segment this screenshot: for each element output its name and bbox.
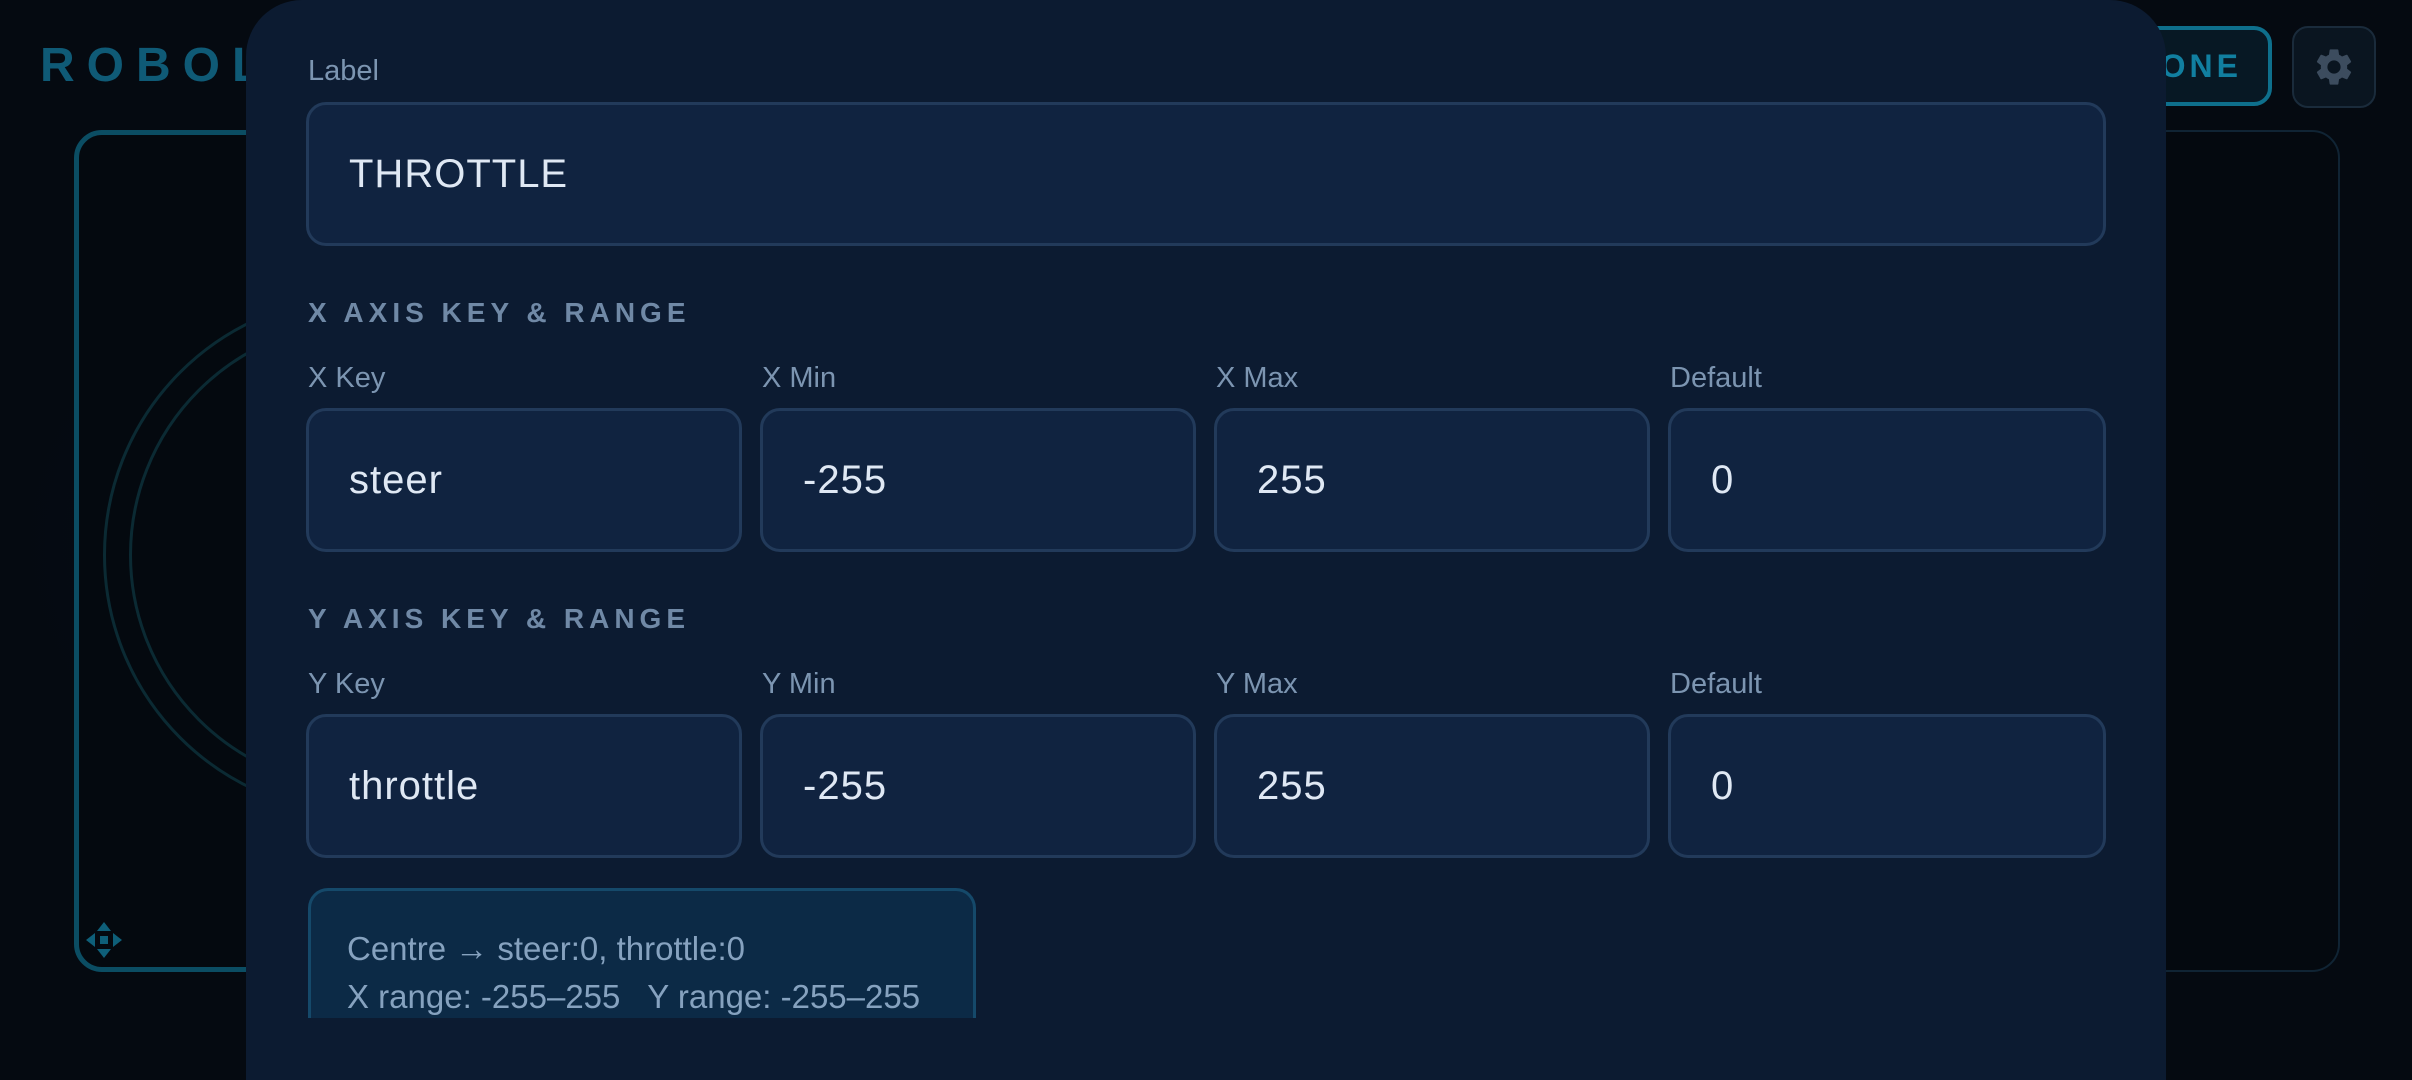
y-max-value: 255 [1257,763,1327,808]
y-default-title: Default [1670,668,1762,700]
x-min-title: X Min [762,362,837,394]
summary-centre-line: Centre → steer:0, throttle:0 [347,930,746,967]
x-key-title: X Key [308,362,386,394]
y-default-value: 0 [1711,763,1735,808]
settings-button[interactable] [2292,26,2376,108]
x-key-value: steer [349,457,443,502]
x-min-input[interactable]: -255 [760,408,1196,552]
label-input-value: THROTTLE [349,151,569,196]
mapping-summary-panel: Centre → steer:0, throttle:0 X range: -2… [308,888,976,1018]
summary-range-line: X range: -255–255 Y range: -255–255 [347,978,921,1015]
x-default-title: Default [1670,362,1762,394]
y-min-value: -255 [803,763,888,808]
y-key-input[interactable]: throttle [306,714,742,858]
x-default-input[interactable]: 0 [1668,408,2106,552]
x-axis-section-title: X AXIS KEY & RANGE [308,297,691,328]
x-max-value: 255 [1257,457,1327,502]
y-key-title: Y Key [308,668,385,700]
y-axis-section-title: Y AXIS KEY & RANGE [308,603,691,634]
control-edit-modal: Label THROTTLE X AXIS KEY & RANGE X Key … [246,0,2166,1080]
label-input[interactable]: THROTTLE [306,102,2106,246]
x-min-value: -255 [803,457,888,502]
label-field-title: Label [308,55,379,87]
gear-icon [2316,49,2352,85]
move-arrows-icon[interactable] [84,920,124,960]
done-button-label: ONE [2160,47,2242,84]
x-max-input[interactable]: 255 [1214,408,1650,552]
y-min-title: Y Min [762,668,836,700]
x-max-title: X Max [1216,362,1299,394]
y-default-input[interactable]: 0 [1668,714,2106,858]
y-max-input[interactable]: 255 [1214,714,1650,858]
x-key-input[interactable]: steer [306,408,742,552]
y-min-input[interactable]: -255 [760,714,1196,858]
y-key-value: throttle [349,763,480,808]
y-max-title: Y Max [1216,668,1298,700]
app-root: ROBOLI ONE Label THROTTLE X AXIS KEY & R… [0,0,2412,1080]
x-default-value: 0 [1711,457,1735,502]
